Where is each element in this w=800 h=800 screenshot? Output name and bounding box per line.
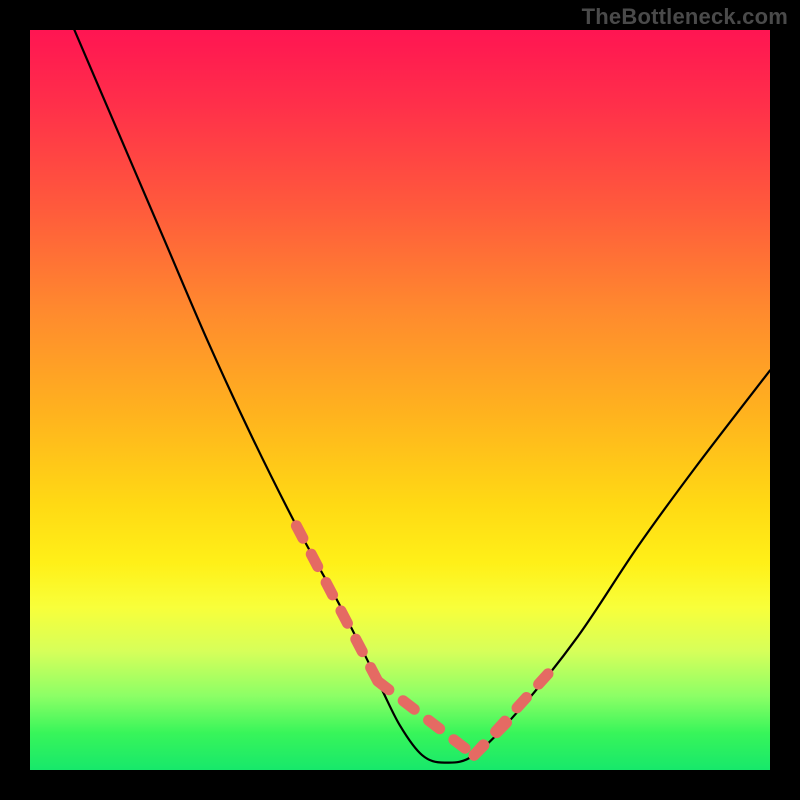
highlight-segment [474,711,518,755]
highlight-segment [378,681,474,755]
bottleneck-curve [74,30,770,763]
highlighted-segments [296,526,548,755]
chart-svg [30,30,770,770]
watermark-text: TheBottleneck.com [582,4,788,30]
highlight-segment [296,526,377,681]
chart-plot-area [30,30,770,770]
highlight-segment [474,674,548,755]
chart-frame: TheBottleneck.com [0,0,800,800]
